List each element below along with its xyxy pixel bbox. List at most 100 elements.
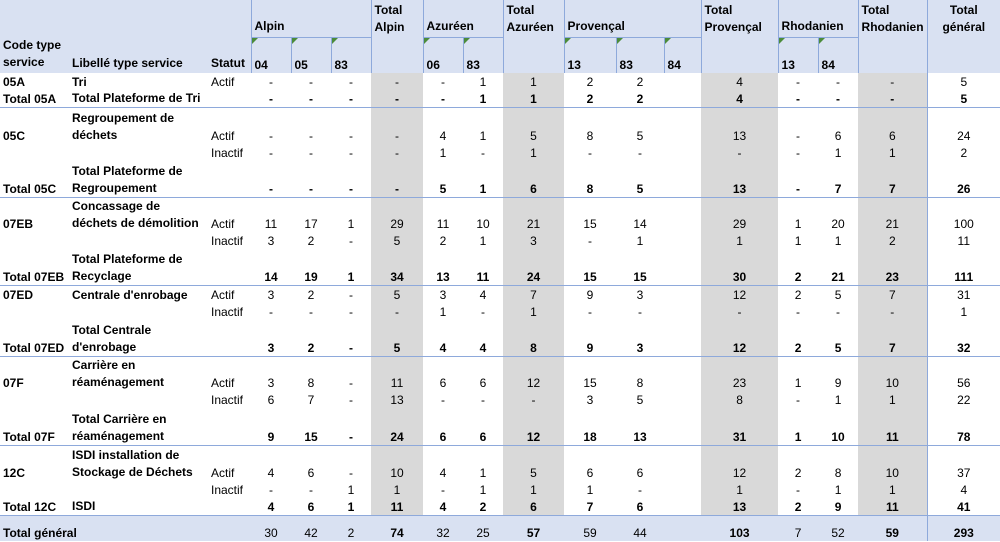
cell-value: 2: [794, 466, 802, 480]
cell-value: -: [503, 391, 565, 408]
cell-value: 4: [926, 481, 1000, 498]
cell-value: -: [701, 144, 779, 161]
cell-value: -: [309, 483, 313, 497]
cell-value: 7: [858, 161, 928, 198]
cell-libelle: Total Carrière en réaménagement: [69, 408, 208, 446]
cell-value: 3: [586, 393, 594, 407]
cell-value: -: [371, 303, 424, 320]
cell-value: 14: [251, 249, 291, 286]
grand-total-value: 74: [371, 515, 424, 541]
cell-value: -: [858, 72, 928, 90]
cell-value: 1: [858, 391, 928, 408]
cell-libelle: Carrière en réaménagement: [72, 358, 165, 389]
cell-value: -: [701, 303, 779, 320]
cell-value: 11: [926, 232, 1000, 249]
cell-value: [664, 144, 701, 161]
cell-value: 20: [831, 217, 845, 231]
cell-value: 6: [834, 129, 842, 143]
cell-code: 12C: [3, 466, 26, 480]
grand-total-value: 7: [778, 515, 819, 541]
cell-value: 4: [439, 129, 447, 143]
cell-value: -: [818, 89, 859, 108]
cell-value: -: [269, 305, 273, 319]
cell-value: 5: [926, 89, 1000, 108]
cell-value: 29: [371, 197, 424, 232]
cell-value: 13: [701, 107, 779, 144]
table-row: 12C ISDI installation de Stockage de Déch…: [0, 445, 1000, 481]
cell-statut: Inactif: [211, 234, 244, 248]
header-sub-azureen-83: 83: [462, 36, 504, 73]
cell-statut: [208, 320, 251, 357]
cell-value: 2: [291, 320, 331, 357]
cell-libelle: [69, 391, 208, 408]
cell-value: 5: [636, 129, 644, 143]
cell-value: -: [269, 129, 273, 143]
cell-value: [664, 197, 701, 232]
cell-libelle: Total Centrale d'enrobage: [69, 320, 208, 357]
cell-value: [664, 232, 701, 249]
cell-statut: Inactif: [211, 483, 244, 497]
cell-code: 07F: [3, 376, 24, 390]
cell-value: 15: [616, 249, 665, 286]
grand-total-value: 32: [423, 515, 464, 541]
cell-value: 78: [926, 408, 1000, 446]
cell-value: 1: [479, 234, 487, 248]
cell-value: 1: [834, 483, 842, 497]
cell-value: 6: [267, 393, 275, 407]
cell-value: 11: [858, 408, 928, 446]
cell-value: 1: [503, 481, 565, 498]
cell-libelle: [69, 144, 208, 161]
cell-value: 1: [701, 232, 779, 249]
cell-value: 8: [701, 391, 779, 408]
cell-statut: [208, 408, 251, 446]
cell-value: 6: [423, 408, 464, 446]
grand-total-value: 59: [858, 515, 928, 541]
cell-value: 3: [503, 232, 565, 249]
cell-value: [664, 356, 701, 391]
cell-value: 3: [251, 320, 291, 357]
grand-total-label: Total général: [0, 515, 251, 541]
cell-value: 1: [794, 234, 802, 248]
cell-value: 1: [503, 144, 565, 161]
cell-code: [0, 303, 69, 320]
cell-code: [0, 144, 69, 161]
cell-value: 5: [371, 232, 424, 249]
cell-value: 1: [503, 89, 565, 108]
cell-value: -: [796, 146, 801, 160]
cell-value: 11: [858, 498, 928, 516]
cell-libelle: Regroupement de déchets: [72, 111, 175, 142]
cell-value: 6: [616, 498, 665, 516]
cell-value: 13: [616, 408, 665, 446]
cell-value: 6: [291, 498, 331, 516]
cell-value: 32: [926, 320, 1000, 357]
cell-value: 6: [463, 408, 504, 446]
grand-total-value: 2: [331, 515, 372, 541]
cell-value: 7: [307, 393, 315, 407]
cell-code: Total 07ED: [0, 320, 69, 357]
cell-value: 2: [307, 234, 315, 248]
cell-value: 6: [479, 376, 487, 390]
cell-value: 1: [479, 129, 487, 143]
cell-value: 10: [818, 408, 859, 446]
cell-value: 4: [701, 72, 779, 90]
cell-value: [664, 445, 701, 481]
cell-value: 6: [503, 498, 565, 516]
cell-value: 5: [616, 161, 665, 198]
cell-value: [664, 408, 702, 446]
cell-value: -: [858, 89, 928, 108]
cell-value: 8: [586, 129, 594, 143]
cell-libelle: Tri: [72, 74, 87, 89]
total-row: Total 07F Total Carrière en réaménagement…: [0, 408, 1000, 446]
cell-value: 6: [307, 466, 315, 480]
cell-value: 12: [701, 285, 779, 303]
cell-value: 2: [463, 498, 504, 516]
header-sub-alpin-04: 04: [250, 36, 291, 73]
cell-value: -: [796, 74, 801, 89]
cell-value: 6: [586, 466, 594, 480]
cell-value: 30: [701, 249, 779, 286]
header-sub-rhodanien-13: 13: [777, 36, 819, 73]
cell-value: [664, 320, 702, 357]
header-statut: Statut: [208, 0, 251, 73]
cell-statut: Inactif: [211, 146, 244, 160]
cell-value: [664, 107, 701, 144]
